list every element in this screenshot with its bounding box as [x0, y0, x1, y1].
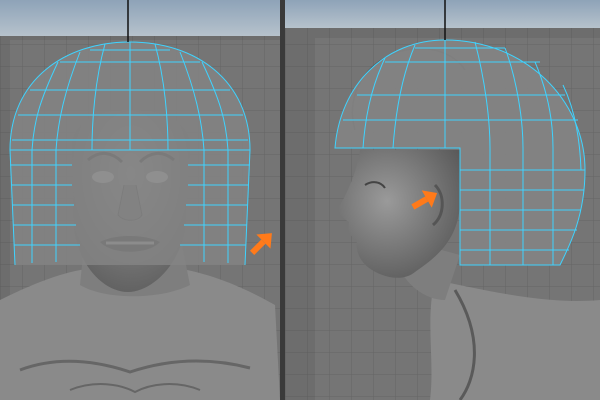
front-view-canvas[interactable] — [0, 0, 280, 400]
helmet-wireframe[interactable] — [9, 41, 251, 266]
background-sky — [0, 0, 280, 36]
side-viewport[interactable] — [285, 0, 600, 400]
side-view-canvas[interactable] — [285, 0, 600, 400]
background-sky — [285, 0, 600, 28]
front-viewport[interactable] — [0, 0, 280, 400]
